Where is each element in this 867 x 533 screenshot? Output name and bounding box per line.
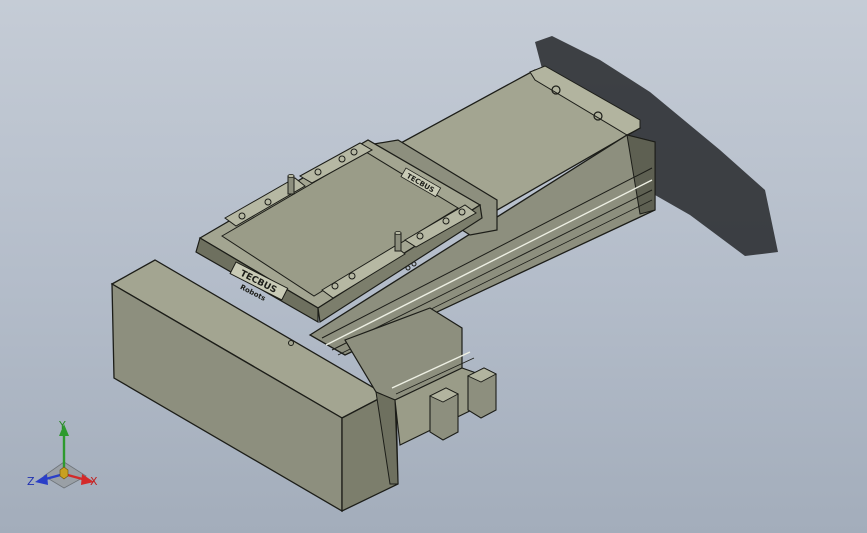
- dowel-pin: [394, 230, 402, 252]
- cable-connector: [466, 367, 497, 419]
- cable-connector: [428, 387, 459, 441]
- fastener: [411, 261, 417, 267]
- fastener: [405, 265, 411, 271]
- axis-label-z: Z: [27, 475, 35, 488]
- graphics-viewport[interactable]: TECBUS Robots TECBUS Y X Z: [0, 0, 867, 533]
- z-axis-arrow: [35, 474, 48, 485]
- model-view[interactable]: TECBUS Robots TECBUS: [0, 0, 867, 533]
- axis-label-y: Y: [59, 419, 66, 432]
- axis-label-x: X: [90, 475, 98, 488]
- coordinate-triad: Y X Z: [24, 418, 114, 494]
- dowel-pin: [287, 173, 295, 195]
- triad-graphic: [35, 424, 94, 489]
